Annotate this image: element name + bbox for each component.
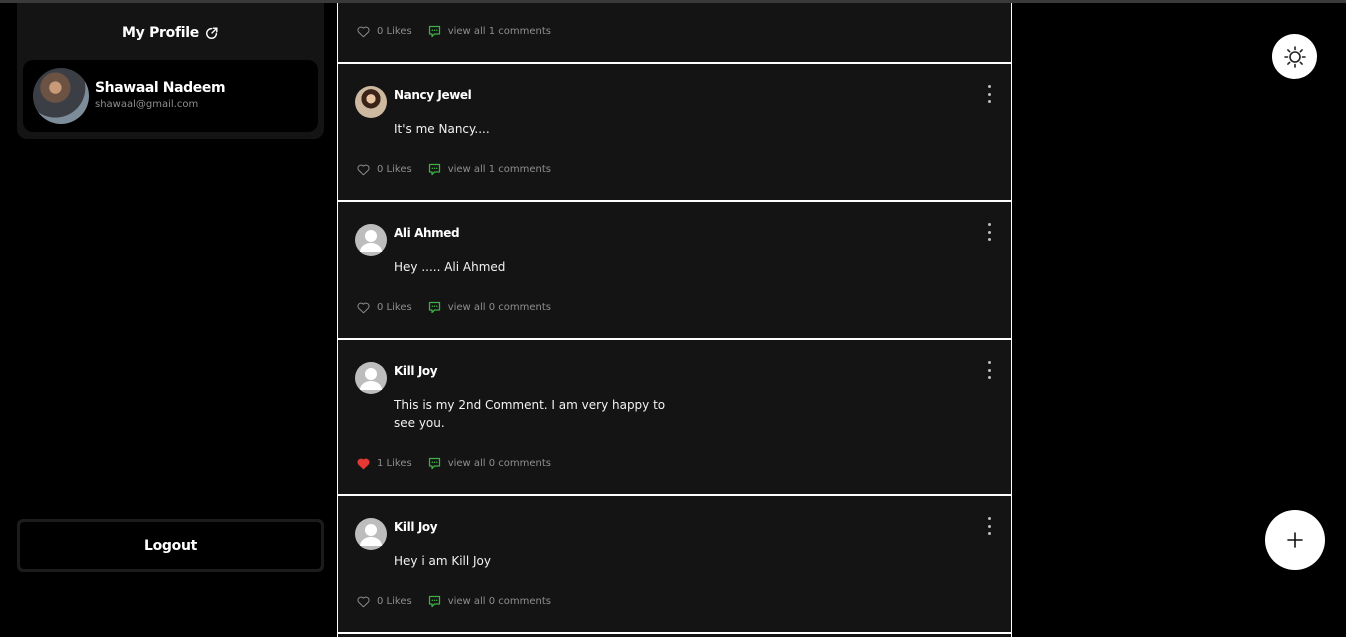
more-vertical-icon[interactable] [985,223,993,241]
post-card: Ali Ahmed Hey ..... Ali Ahmed 0 Likes vi… [338,202,1011,338]
comments-link-text: view all 0 comments [447,302,552,313]
theme-toggle-button[interactable] [1272,34,1317,79]
add-post-button[interactable] [1265,510,1325,570]
likes-count: 0 Likes [377,596,412,607]
like-button[interactable]: 0 Likes [356,594,412,609]
plus-icon [1287,532,1303,548]
view-comments-link[interactable]: view all 0 comments [427,300,551,315]
post-author[interactable]: Kill Joy [394,364,438,378]
heart-icon [357,26,370,38]
post-content: Hey ..... Ali Ahmed [394,260,506,274]
author-avatar[interactable] [355,362,387,394]
avatar [33,68,89,124]
post-actions: 1 Likes view all 0 comments [356,456,551,471]
profile-card: My Profile Shawaal Nadeem shawaal@gmail.… [17,3,324,139]
view-comments-link[interactable]: view all 0 comments [427,456,551,471]
author-avatar[interactable] [355,224,387,256]
logout-label: Logout [20,522,321,569]
post-content: It's me Nancy.... [394,122,490,136]
heart-icon [357,164,370,176]
user-summary[interactable]: Shawaal Nadeem shawaal@gmail.com [23,60,318,132]
comment-icon [428,595,440,608]
post-card: 0 Likes view all 1 comments [338,3,1011,62]
post-card: Kill Joy This is my 2nd Comment. I am ve… [338,340,1011,494]
heart-icon [357,302,370,314]
post-actions: 0 Likes view all 1 comments [356,162,551,177]
view-comments-link[interactable]: view all 1 comments [427,24,551,39]
comments-link-text: view all 0 comments [447,458,552,469]
comment-icon [428,457,440,470]
comments-link-text: view all 0 comments [447,596,552,607]
post-actions: 0 Likes view all 1 comments [356,24,551,39]
default-user-icon [360,230,382,252]
user-name: Shawaal Nadeem [95,80,226,96]
like-button[interactable]: 0 Likes [356,24,412,39]
comment-icon [428,25,440,38]
user-email: shawaal@gmail.com [95,99,199,110]
heart-icon [357,596,370,608]
likes-count: 0 Likes [377,164,412,175]
post-content: This is my 2nd Comment. I am very happy … [394,398,666,430]
like-button[interactable]: 0 Likes [356,300,412,315]
post-actions: 0 Likes view all 0 comments [356,594,551,609]
likes-count: 1 Likes [377,458,412,469]
post-actions: 0 Likes view all 0 comments [356,300,551,315]
view-comments-link[interactable]: view all 1 comments [427,162,551,177]
post-author[interactable]: Kill Joy [394,520,438,534]
comment-icon [428,301,440,314]
post-content: Hey i am Kill Joy [394,554,491,568]
post-author[interactable]: Nancy Jewel [394,88,472,102]
sun-icon [1283,45,1306,68]
like-button[interactable]: 1 Likes [356,456,412,471]
profile-title: My Profile [122,25,199,41]
external-link-icon [206,27,218,39]
default-user-icon [360,524,382,546]
my-profile-link[interactable]: My Profile [17,25,324,41]
comments-link-text: view all 1 comments [447,26,552,37]
view-comments-link[interactable]: view all 0 comments [427,594,551,609]
likes-count: 0 Likes [377,302,412,313]
default-user-icon [360,368,382,390]
post-author[interactable]: Ali Ahmed [394,226,460,240]
post-card: Nancy Jewel It's me Nancy.... 0 Likes vi… [338,64,1011,200]
more-vertical-icon[interactable] [985,85,993,103]
comment-icon [428,163,440,176]
heart-filled-icon [357,458,370,470]
more-vertical-icon[interactable] [985,361,993,379]
comments-link-text: view all 1 comments [447,164,552,175]
like-button[interactable]: 0 Likes [356,162,412,177]
post-feed: 0 Likes view all 1 comments Nancy Jewel … [337,3,1012,637]
author-avatar[interactable] [355,518,387,550]
more-vertical-icon[interactable] [985,517,993,535]
author-avatar[interactable] [355,86,387,118]
post-card: Kill Joy Hey i am Kill Joy 0 Likes view … [338,496,1011,632]
likes-count: 0 Likes [377,26,412,37]
logout-button[interactable]: Logout [17,519,324,572]
